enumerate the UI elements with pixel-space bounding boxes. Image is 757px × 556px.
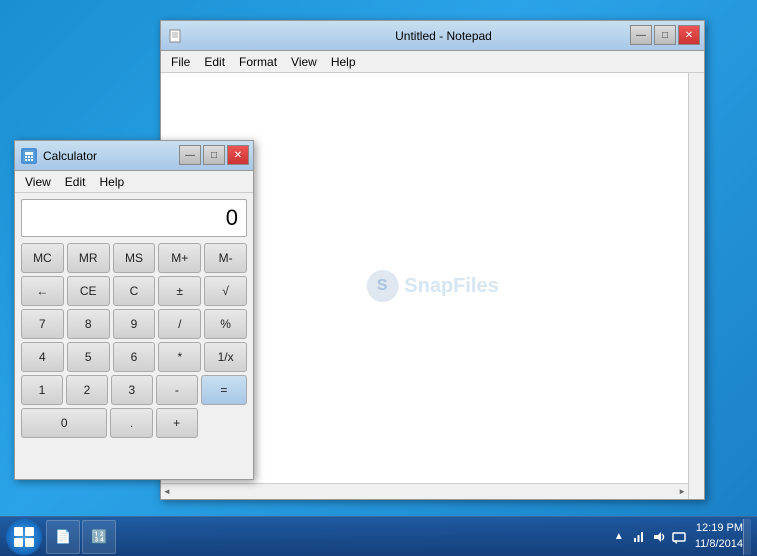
taskbar-time: 12:19 PM [695,521,743,536]
calculator-title: Calculator [43,149,97,163]
calculator-close-button[interactable]: ✕ [227,145,249,165]
calc-divide-button[interactable]: / [158,309,201,339]
notepad-minimize-button[interactable]: — [630,25,652,45]
taskbar-date: 11/8/2014 [695,537,743,552]
notepad-titlebar[interactable]: Untitled - Notepad — □ ✕ [161,21,704,51]
calculator-back-row: ← CE C ± √ [21,276,247,306]
scroll-right-arrow[interactable]: ► [678,487,686,496]
calc-plusminus-button[interactable]: ± [158,276,201,306]
calc-mr-button[interactable]: MR [67,243,110,273]
calc-4-button[interactable]: 4 [21,342,64,372]
notepad-scrollbar-vertical[interactable] [688,73,704,499]
calc-mplus-button[interactable]: M+ [158,243,201,273]
taskbar: 📄 🔢 ▲ 12:19 PM 11/ [0,516,757,556]
calc-0-button[interactable]: 0 [21,408,107,438]
calculator-window: Calculator — □ ✕ View Edit Help 0 MC MR … [14,140,254,480]
calculator-minimize-button[interactable]: — [179,145,201,165]
taskbar-systray: ▲ [611,529,687,545]
calc-2-button[interactable]: 2 [66,375,108,405]
calc-c-button[interactable]: C [113,276,156,306]
taskbar-notepad-app[interactable]: 📄 [46,520,80,554]
calc-7-button[interactable]: 7 [21,309,64,339]
notepad-scrollbar-horizontal[interactable]: ◄ ► [161,483,688,499]
calculator-menu-help[interactable]: Help [93,173,130,191]
calc-1-button[interactable]: 1 [21,375,63,405]
systray-volume-icon[interactable] [651,529,667,545]
calc-subtract-button[interactable]: - [156,375,198,405]
notepad-maximize-button[interactable]: □ [654,25,676,45]
windows-logo-icon [14,527,34,547]
calc-9-button[interactable]: 9 [113,309,156,339]
notepad-menu-help[interactable]: Help [325,53,362,71]
start-button[interactable] [6,519,42,555]
taskbar-clock[interactable]: 12:19 PM 11/8/2014 [695,521,743,552]
notepad-menu-format[interactable]: Format [233,53,283,71]
calc-ce-button[interactable]: CE [67,276,110,306]
notepad-menu-view[interactable]: View [285,53,323,71]
calculator-titlebar[interactable]: Calculator — □ ✕ [15,141,253,171]
calculator-menu-edit[interactable]: Edit [59,173,92,191]
notepad-icon [167,28,183,44]
calc-sqrt-button[interactable]: √ [204,276,247,306]
calc-decimal-button[interactable]: . [110,408,152,438]
taskbar-notepad-icon: 📄 [55,529,71,545]
notepad-menu-edit[interactable]: Edit [198,53,231,71]
calculator-row-456: 4 5 6 * 1/x [21,342,247,372]
calculator-display: 0 [21,199,247,237]
systray-expand-icon[interactable]: ▲ [611,529,627,545]
calculator-menubar: View Edit Help [15,171,253,193]
notepad-title: Untitled - Notepad [189,29,698,43]
calc-mminus-button[interactable]: M- [204,243,247,273]
calc-6-button[interactable]: 6 [113,342,156,372]
notepad-close-button[interactable]: ✕ [678,25,700,45]
calc-mc-button[interactable]: MC [21,243,64,273]
calc-backspace-button[interactable]: ← [21,276,64,306]
taskbar-calculator-app[interactable]: 🔢 [82,520,116,554]
scroll-left-arrow[interactable]: ◄ [163,487,171,496]
calc-3-button[interactable]: 3 [111,375,153,405]
calculator-menu-view[interactable]: View [19,173,57,191]
calculator-buttons: MC MR MS M+ M- ← CE C ± √ 7 8 9 / % 4 5 … [15,241,253,479]
calc-percent-button[interactable]: % [204,309,247,339]
calculator-maximize-button[interactable]: □ [203,145,225,165]
notepad-window-controls: — □ ✕ [630,25,700,45]
notepad-menu-file[interactable]: File [165,53,196,71]
calc-add-button[interactable]: + [156,408,198,438]
systray-network-icon[interactable] [631,529,647,545]
calculator-icon [21,148,37,164]
calc-8-button[interactable]: 8 [67,309,110,339]
calc-multiply-button[interactable]: * [158,342,201,372]
calculator-memory-row: MC MR MS M+ M- [21,243,247,273]
show-desktop-button[interactable] [743,519,751,555]
notepad-menubar: File Edit Format View Help [161,51,704,73]
calc-5-button[interactable]: 5 [67,342,110,372]
calculator-row-789: 7 8 9 / % [21,309,247,339]
systray-message-icon[interactable] [671,529,687,545]
calculator-display-value: 0 [226,205,238,231]
calc-ms-button[interactable]: MS [113,243,156,273]
calc-equals-button[interactable]: = [201,375,247,405]
taskbar-calculator-icon: 🔢 [91,529,107,545]
calc-reciprocal-button[interactable]: 1/x [204,342,247,372]
calculator-window-controls: — □ ✕ [179,145,249,165]
taskbar-apps: 📄 🔢 [46,520,611,554]
